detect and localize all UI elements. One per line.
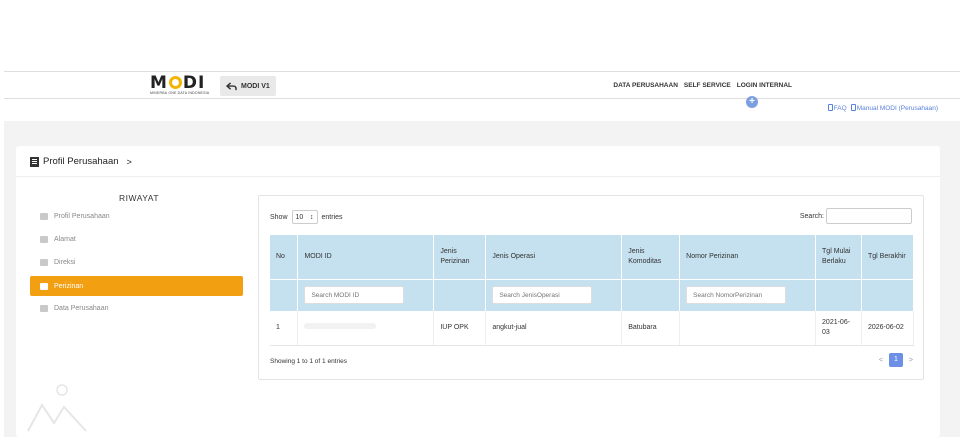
faq-link[interactable]: FAQ	[827, 104, 847, 112]
cell-no: 1	[270, 311, 299, 346]
col-tgl-mulai[interactable]: Tgl Mulai Berlaku	[815, 235, 862, 279]
perizinan-table: No MODI ID Jenis Perizinan Jenis Operasi…	[270, 235, 915, 346]
building-icon	[30, 156, 39, 167]
watermark-logo-icon	[27, 384, 87, 432]
building-icon	[40, 212, 48, 220]
logo-tagline: MINERBA ONE DATA INDONESIA	[150, 91, 210, 95]
top-navbar: M DI MINERBA ONE DATA INDONESIA MODI V1 D…	[4, 71, 960, 99]
col-tgl-berakhir[interactable]: Tgl Berakhir	[861, 235, 915, 279]
col-modi-id[interactable]: MODI ID	[297, 235, 435, 279]
breadcrumb: Profil Perusahaan >	[30, 156, 132, 167]
prev-page-button[interactable]: <	[879, 357, 883, 364]
table-search: Search:	[800, 208, 912, 224]
table-row: 1 IUP OPK angkut-jual Batubara 2021-06-0…	[270, 311, 915, 346]
col-jenis-operasi[interactable]: Jenis Operasi	[485, 235, 623, 279]
file-icon	[40, 304, 48, 312]
entries-control: Show 10 ↕ entries	[270, 210, 343, 224]
next-page-button[interactable]: >	[909, 357, 913, 364]
cell-jenis-komoditas: Batubara	[621, 311, 681, 346]
sidebar-item-perizinan[interactable]: Perizinan	[30, 276, 243, 296]
cell-jenis-operasi: angkut-jual	[485, 311, 623, 346]
divider	[16, 176, 940, 177]
page-1-button[interactable]: 1	[888, 353, 903, 367]
perizinan-panel: Show 10 ↕ entries Search: No MODI ID Jen…	[258, 195, 924, 380]
map-icon	[40, 235, 48, 243]
breadcrumb-label[interactable]: Profil Perusahaan	[43, 156, 119, 167]
col-no[interactable]: No	[270, 235, 299, 279]
document-icon	[850, 104, 856, 111]
nav-self-service[interactable]: SELF SERVICE	[684, 82, 731, 89]
sidebar-item-direksi[interactable]: Direksi	[30, 252, 243, 272]
cell-jenis-perizinan: IUP OPK	[433, 311, 487, 346]
back-arrow-icon	[226, 81, 237, 90]
filter-modi-id-input[interactable]	[304, 286, 405, 305]
sidebar-item-alamat[interactable]: Alamat	[30, 229, 243, 249]
search-input[interactable]	[826, 208, 912, 224]
license-icon	[40, 282, 48, 290]
nav-login-internal[interactable]: LOGIN INTERNAL	[737, 82, 792, 89]
document-icon	[827, 104, 833, 111]
col-jenis-perizinan[interactable]: Jenis Perizinan	[433, 235, 487, 279]
help-links: FAQ Manual MODI (Perusahaan)	[827, 104, 938, 112]
filter-nomor-perizinan-input[interactable]	[686, 286, 787, 305]
cell-tgl-berakhir: 2026-06-02	[861, 311, 915, 346]
users-icon	[40, 258, 48, 266]
logo-o-ring-icon	[168, 76, 182, 89]
chevron-right-icon: >	[126, 156, 132, 167]
sort-arrows-icon: ↕	[310, 213, 314, 221]
manual-link[interactable]: Manual MODI (Perusahaan)	[850, 104, 938, 112]
filter-jenis-operasi-input[interactable]	[492, 286, 593, 305]
redacted-value	[304, 322, 377, 329]
col-jenis-komoditas[interactable]: Jenis Komoditas	[621, 235, 681, 279]
cell-tgl-mulai: 2021-06-03	[815, 311, 862, 346]
col-nomor-perizinan[interactable]: Nomor Perizinan	[679, 235, 817, 279]
cell-nomor-perizinan	[679, 311, 817, 346]
pagination: < 1 >	[879, 353, 913, 367]
sidebar-item-profil-perusahaan[interactable]: Profil Perusahaan	[30, 206, 243, 226]
modi-logo[interactable]: M DI MINERBA ONE DATA INDONESIA	[150, 75, 212, 97]
cell-modi-id	[297, 311, 435, 346]
sidebar-item-data-perusahaan[interactable]: Data Perusahaan	[30, 298, 243, 318]
sidebar-title: RIWAYAT	[119, 193, 160, 203]
table-info: Showing 1 to 1 of 1 entries	[270, 358, 347, 365]
plus-icon[interactable]: +	[746, 96, 758, 108]
nav-data-perusahaan[interactable]: DATA PERUSAHAAN	[613, 82, 678, 89]
main-nav: DATA PERUSAHAAN SELF SERVICE LOGIN INTER…	[613, 82, 792, 89]
entries-select[interactable]: 10 ↕	[291, 210, 318, 224]
modi-v1-button[interactable]: MODI V1	[220, 76, 276, 96]
